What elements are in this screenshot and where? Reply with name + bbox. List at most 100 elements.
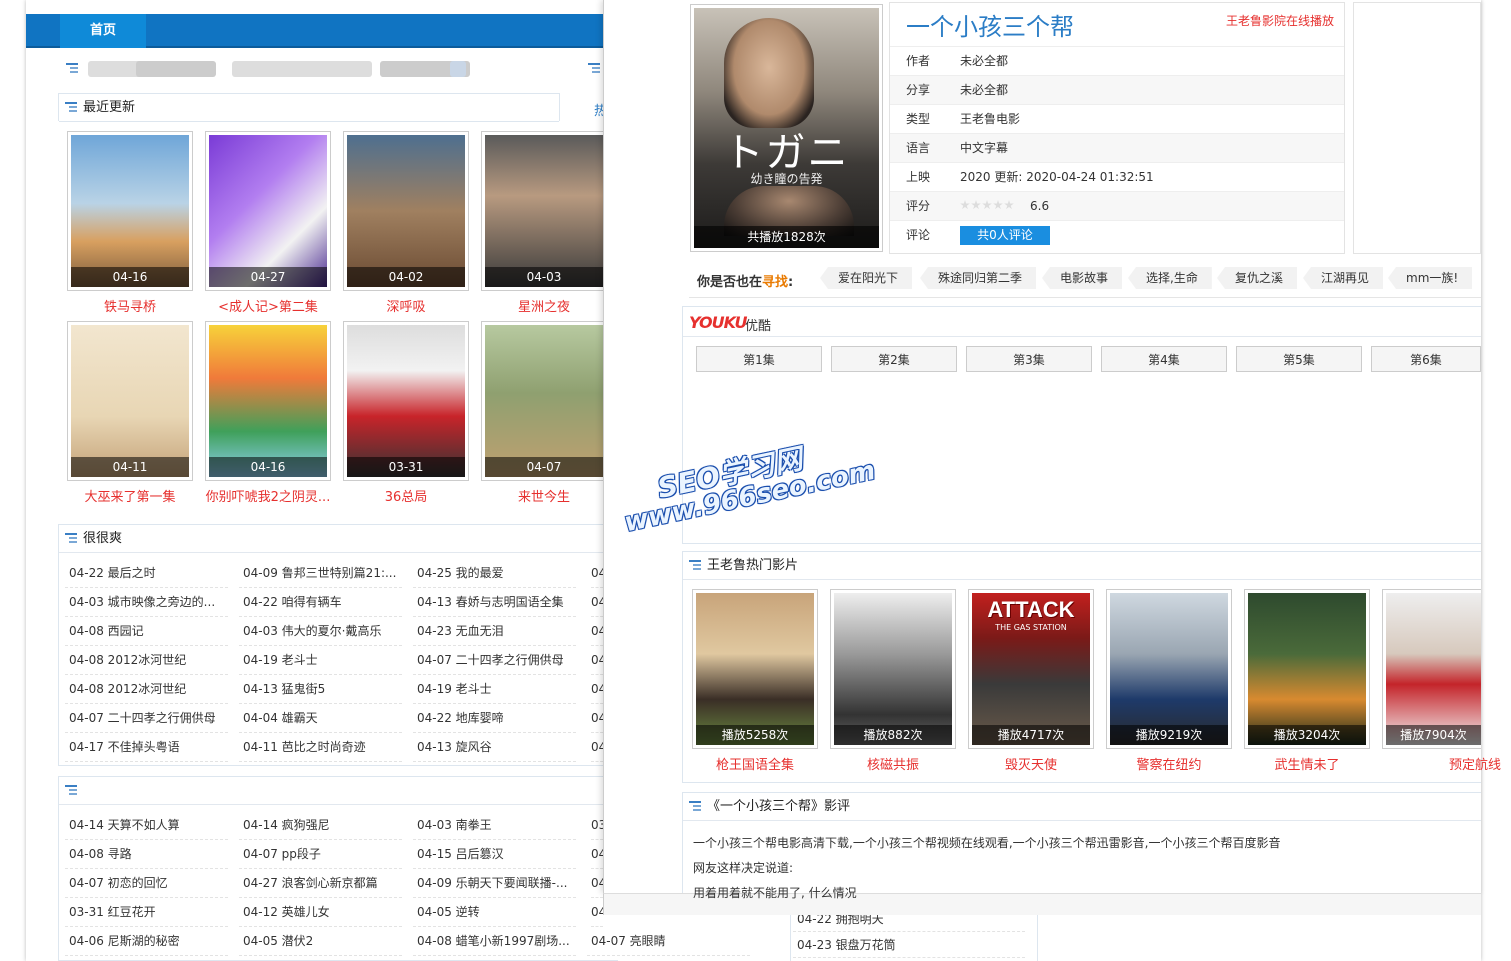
search-tag[interactable]: mm一族! — [1388, 267, 1473, 289]
list-item[interactable]: 04-03 南拳王 — [413, 811, 576, 840]
hot-title-link[interactable]: 预定航线 — [1375, 754, 1501, 773]
star-icon[interactable] — [1004, 200, 1014, 210]
search-tag[interactable]: 选择,生命 — [1128, 267, 1212, 289]
search-tag[interactable]: 爱在阳光下 — [820, 267, 913, 289]
rating-stars[interactable] — [960, 192, 1015, 221]
list-item[interactable]: 04-14 疯狗强尼 — [239, 811, 402, 840]
list-item[interactable]: 04-19 老斗士 — [239, 646, 402, 675]
list-item[interactable]: 04-12 英雄儿女 — [239, 898, 402, 927]
thumb-title[interactable]: 来世今生 — [474, 486, 614, 505]
list-item[interactable]: 04-07 pp段子 — [239, 840, 402, 869]
hot-title-link[interactable]: 毁灭天使 — [961, 754, 1101, 773]
thumb-title[interactable]: 深呼吸 — [336, 296, 476, 315]
list-item-fragment[interactable]: 04 — [591, 559, 603, 588]
list-item[interactable]: 04-04 雄霸天 — [239, 704, 402, 733]
episode-button[interactable]: 第6集 — [1371, 346, 1481, 372]
list-item[interactable]: 04-25 我的最爱 — [413, 559, 576, 588]
list-item[interactable]: 04-11 芭比之时尚奇迹 — [239, 733, 402, 762]
hot-title-link[interactable]: 核磁共振 — [823, 754, 963, 773]
list-item-fragment[interactable]: 04 — [591, 588, 603, 617]
list-item[interactable]: 04-09 乐朝天下要闻联播-... — [413, 869, 576, 898]
list-item[interactable]: 04-13 春娇与志明国语全集 — [413, 588, 576, 617]
list-item-fragment[interactable]: 04 — [591, 733, 603, 762]
search-tag[interactable]: 江湖再见 — [1303, 267, 1384, 289]
recent-thumb[interactable]: 04-02 — [343, 131, 469, 291]
recent-thumb[interactable]: 04-16 — [67, 131, 193, 291]
hot-thumb[interactable]: 播放5258次 — [692, 589, 818, 749]
hot-thumb[interactable]: ATTACK THE GAS STATION 播放4717次 — [968, 589, 1094, 749]
list-item[interactable]: 04-15 吕后篡汉 — [413, 840, 576, 869]
list-item[interactable]: 04-19 老斗士 — [413, 675, 576, 704]
recent-thumb[interactable]: 03-31 — [343, 321, 469, 481]
movie-poster[interactable]: トガニ 幼き瞳の告発 共播放1828次 — [690, 4, 883, 252]
list-item[interactable]: 04-22 地库婴啼 — [413, 704, 576, 733]
list-item[interactable]: 04-07 亮眼睛 — [587, 927, 750, 956]
recent-thumb[interactable]: 04-16 — [205, 321, 331, 481]
thumb-title[interactable]: 星洲之夜 — [474, 296, 614, 315]
list-item[interactable]: 04-13 猛鬼街5 — [239, 675, 402, 704]
list-item[interactable]: 04-14 天算不如人算 — [65, 811, 228, 840]
hot-title-link[interactable]: 枪王国语全集 — [685, 754, 825, 773]
list-item[interactable]: 04-05 逆转 — [413, 898, 576, 927]
list-item[interactable]: 04-07 二十四孝之行佣供母 — [413, 646, 576, 675]
star-icon[interactable] — [960, 200, 970, 210]
recent-thumb[interactable]: 04-27 — [205, 131, 331, 291]
list-item[interactable]: 04-27 浪客剑心新京都篇 — [239, 869, 402, 898]
list-item-fragment[interactable]: 03 — [591, 811, 603, 840]
list-item[interactable]: 04-22 最后之时 — [65, 559, 228, 588]
list-item-fragment[interactable]: 04 — [591, 840, 603, 869]
episode-button[interactable]: 第2集 — [831, 346, 957, 372]
thumb-title[interactable]: 大巫来了第一集 — [60, 486, 200, 505]
online-play-link[interactable]: 王老鲁影院在线播放 — [1226, 12, 1334, 29]
list-item[interactable]: 04-17 不佳掉头粤语 — [65, 733, 228, 762]
recent-thumb[interactable]: 04-03 — [481, 131, 603, 291]
episode-button[interactable]: 第4集 — [1101, 346, 1227, 372]
search-tag[interactable]: 殊途同归第二季 — [920, 267, 1037, 289]
search-tag[interactable]: 复仇之溪 — [1217, 267, 1298, 289]
list-item[interactable]: 04-23 无血无泪 — [413, 617, 576, 646]
list-item[interactable]: 04-22 咱得有辆车 — [239, 588, 402, 617]
episode-button[interactable]: 第1集 — [696, 346, 822, 372]
episode-button[interactable]: 第5集 — [1236, 346, 1362, 372]
list-item-fragment[interactable]: 04 — [591, 617, 603, 646]
list-item[interactable]: 04-07 二十四孝之行佣供母 — [65, 704, 228, 733]
list-item-fragment[interactable]: 04 — [591, 898, 603, 927]
hot-thumb[interactable]: 播放3204次 — [1244, 589, 1370, 749]
recent-thumb[interactable]: 04-07 — [481, 321, 603, 481]
thumb-title[interactable]: <成人记>第二集 — [198, 296, 338, 315]
list-item[interactable]: 04-08 蜡笔小新1997剧场... — [413, 927, 576, 956]
list-item[interactable]: 04-08 2012冰河世纪 — [65, 646, 228, 675]
episode-button[interactable]: 第3集 — [966, 346, 1092, 372]
list-item[interactable]: 04-23 银盘万花筒 — [793, 932, 1025, 958]
hot-title-link[interactable]: 武生情未了 — [1237, 754, 1377, 773]
comment-button[interactable]: 共0人评论 — [960, 226, 1050, 245]
list-item[interactable]: 04-03 伟大的夏尔·戴高乐 — [239, 617, 402, 646]
list-item-fragment[interactable]: 04 — [591, 869, 603, 898]
list-item[interactable]: 04-05 潜伏2 — [239, 927, 402, 956]
list-item[interactable]: 03-31 红豆花开 — [65, 898, 228, 927]
list-item[interactable]: 04-13 旋风谷 — [413, 733, 576, 762]
thumb-title[interactable]: 36总局 — [336, 486, 476, 505]
hot-thumb[interactable]: 播放9219次 — [1106, 589, 1232, 749]
thumb-title[interactable]: 你别吓唬我2之阴灵... — [198, 486, 338, 505]
nav-home-tab[interactable]: 首页 — [60, 14, 146, 48]
list-item[interactable]: 04-09 鲁邦三世特别篇21:... — [239, 559, 402, 588]
list-item[interactable]: 04-07 初恋的回忆 — [65, 869, 228, 898]
search-tag[interactable]: 电影故事 — [1042, 267, 1123, 289]
recent-thumb[interactable]: 04-11 — [67, 321, 193, 481]
hot-title-link[interactable]: 警察在纽约 — [1099, 754, 1239, 773]
hot-thumb[interactable]: 播放7904次 — [1382, 589, 1481, 749]
star-icon[interactable] — [982, 200, 992, 210]
list-item-fragment[interactable]: 04 — [591, 646, 603, 675]
list-item-fragment[interactable]: 04 — [591, 704, 603, 733]
list-item[interactable]: 04-08 寻路 — [65, 840, 228, 869]
star-icon[interactable] — [971, 200, 981, 210]
list-item-fragment[interactable]: 04 — [591, 675, 603, 704]
hot-thumb[interactable]: 播放882次 — [830, 589, 956, 749]
list-item[interactable]: 04-03 城市映像之旁边的... — [65, 588, 228, 617]
list-item[interactable]: 04-08 西园记 — [65, 617, 228, 646]
star-icon[interactable] — [993, 200, 1003, 210]
list-item[interactable]: 04-06 尼斯湖的秘密 — [65, 927, 228, 956]
thumb-title[interactable]: 铁马寻桥 — [60, 296, 200, 315]
list-item[interactable]: 04-08 2012冰河世纪 — [65, 675, 228, 704]
